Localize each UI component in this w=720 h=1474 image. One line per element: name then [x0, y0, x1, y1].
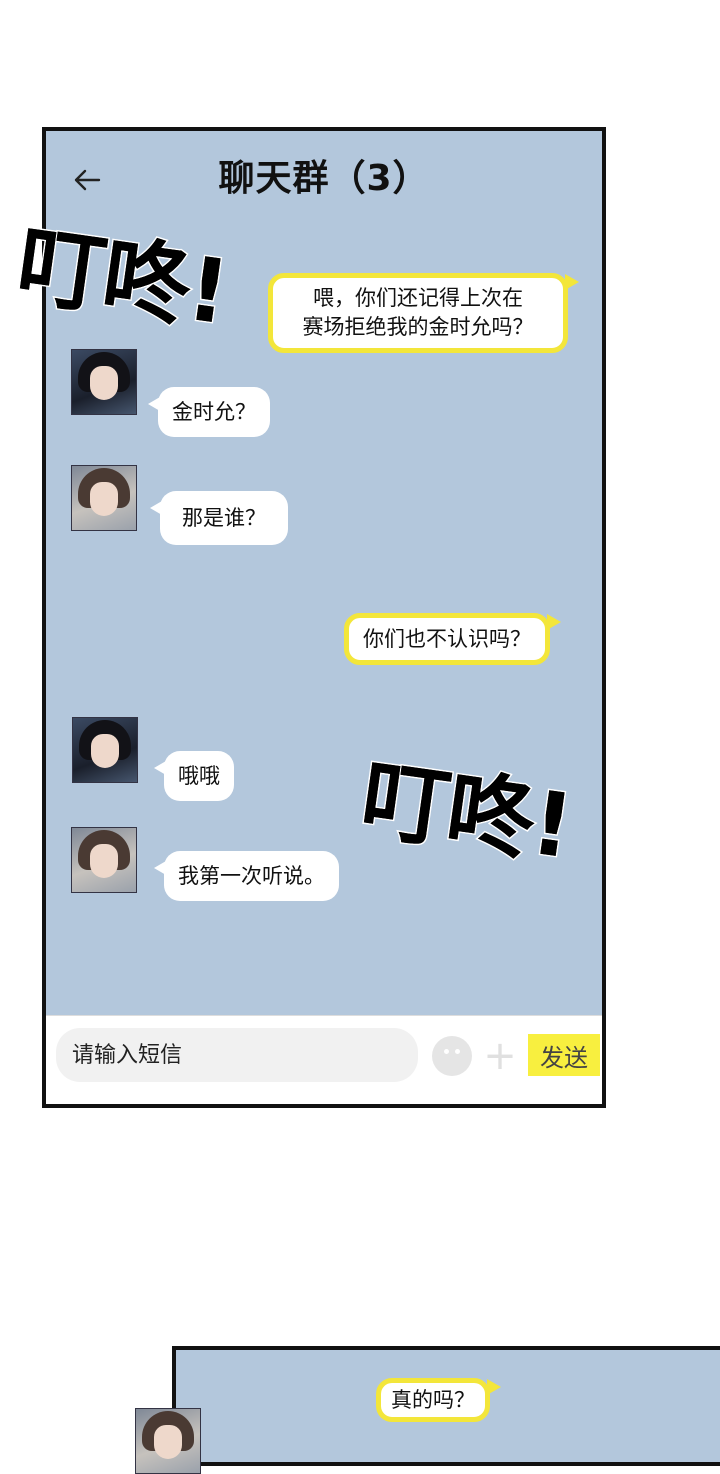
chat-title: 聊天群（3）: [218, 158, 430, 199]
message-text: 你们也不认识吗？: [363, 627, 531, 651]
message-text: 哦哦: [178, 764, 220, 788]
message-text: 我第一次听说。: [178, 864, 325, 888]
message-input[interactable]: [56, 1028, 418, 1082]
avatar[interactable]: [72, 717, 138, 783]
send-button[interactable]: 发送: [528, 1034, 600, 1076]
message-bubble-received: 那是谁？: [150, 491, 288, 545]
message-text: 金时允？: [172, 400, 256, 424]
message-bubble-received: 金时允？: [148, 387, 270, 437]
message-bubble-sent: 真的吗？: [376, 1378, 501, 1422]
message-bubble-sent: 喂，你们还记得上次在 赛场拒绝我的金时允吗？: [268, 273, 579, 353]
plus-icon[interactable]: +: [482, 1036, 518, 1076]
avatar[interactable]: [71, 349, 137, 415]
emoji-icon[interactable]: [432, 1036, 472, 1076]
message-text: 赛场拒绝我的金时允吗？: [302, 315, 534, 339]
message-text: 真的吗？: [391, 1388, 475, 1412]
message-text: 喂，你们还记得上次在: [313, 286, 523, 310]
next-chat-panel: 真的吗？: [172, 1346, 720, 1466]
avatar[interactable]: [135, 1408, 201, 1474]
message-bubble-received: 哦哦: [154, 751, 234, 801]
message-composer: + 发送: [46, 1015, 602, 1104]
message-bubble-sent: 你们也不认识吗？: [344, 613, 561, 665]
avatar[interactable]: [71, 827, 137, 893]
avatar[interactable]: [71, 465, 137, 531]
message-text: 那是谁？: [182, 506, 266, 530]
message-bubble-received: 我第一次听说。: [154, 851, 339, 901]
